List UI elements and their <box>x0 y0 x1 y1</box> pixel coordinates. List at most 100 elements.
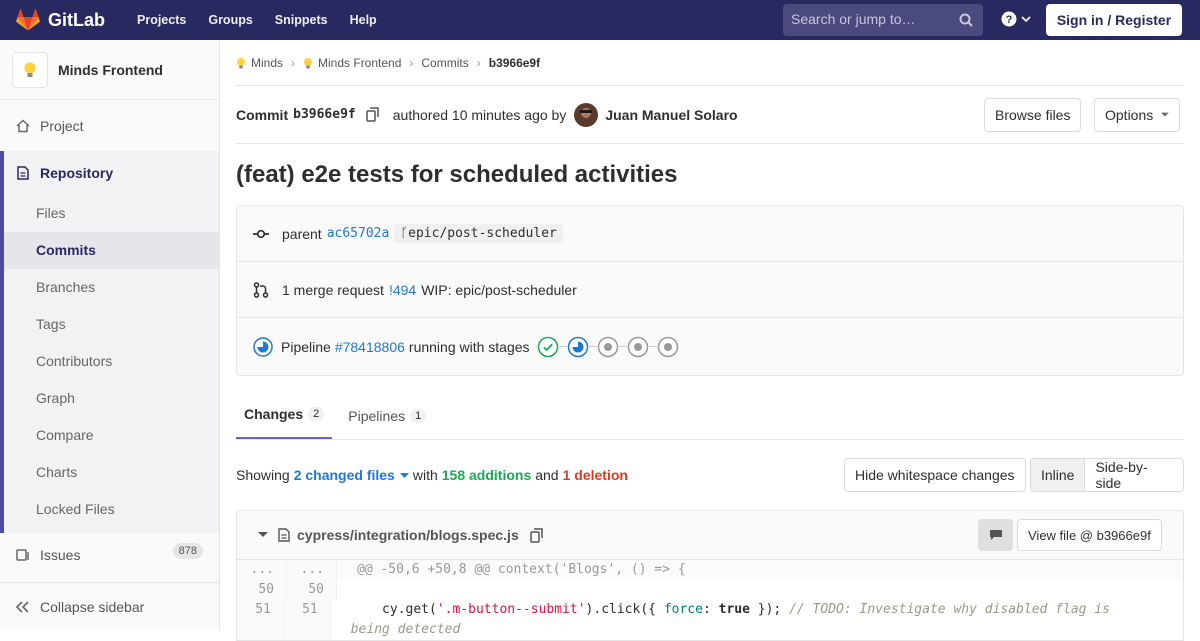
branch-badge[interactable]: ᚴepic/post-scheduler <box>394 224 563 243</box>
old-line-number[interactable]: 50 <box>237 580 287 600</box>
comment-icon <box>989 530 1002 540</box>
merge-request-link[interactable]: !494 <box>389 282 416 298</box>
stage-created-icon[interactable] <box>627 336 649 358</box>
page-title: (feat) e2e tests for scheduled activitie… <box>236 161 678 188</box>
sidebar-sub-commits[interactable]: Commits <box>4 232 219 269</box>
parent-sha-link[interactable]: ac65702a <box>327 226 390 241</box>
pipeline-link[interactable]: #78418806 <box>335 339 405 355</box>
inline-view-button[interactable]: Inline <box>1030 458 1086 492</box>
file-path[interactable]: cypress/integration/blogs.spec.js <box>297 527 519 543</box>
tab-count-badge: 2 <box>308 407 325 421</box>
gitlab-logo[interactable]: GitLab <box>16 9 105 31</box>
stage-running-icon[interactable] <box>567 336 589 358</box>
chevron-right-icon: › <box>291 55 296 70</box>
branch-icon: ᚴ <box>400 226 409 241</box>
lightbulb-icon <box>237 57 245 68</box>
issues-icon <box>16 548 30 562</box>
view-file-button[interactable]: View file @ b3966e9f <box>1017 519 1162 551</box>
collapse-label: Collapse sidebar <box>40 598 145 615</box>
deletions-count: 1 deletion <box>562 467 628 483</box>
search-icon <box>959 13 973 27</box>
svg-text:?: ? <box>1006 14 1013 26</box>
sidebar-sub-files[interactable]: Files <box>4 195 219 232</box>
sidebar-sub-branches[interactable]: Branches <box>4 269 219 306</box>
tab-label: Pipelines <box>348 408 406 424</box>
new-line-number[interactable]: 51 <box>283 600 331 640</box>
hide-whitespace-button[interactable]: Hide whitespace changes <box>844 458 1026 492</box>
sidebar-sub-locked-files[interactable]: Locked Files <box>4 491 219 533</box>
author-name[interactable]: Juan Manuel Solaro <box>605 107 737 123</box>
old-line-number[interactable]: 51 <box>237 600 284 640</box>
stage-success-icon[interactable] <box>537 336 559 358</box>
sidebar-sub-tags[interactable]: Tags <box>4 306 219 343</box>
gitlab-tanuki-icon <box>16 9 40 31</box>
copy-icon[interactable] <box>366 107 380 122</box>
sidebar-item-repository[interactable]: Repository <box>4 151 219 195</box>
file-icon <box>278 528 290 542</box>
changed-files-dropdown[interactable]: 2 changed files <box>294 467 409 483</box>
sign-in-button[interactable]: Sign in / Register <box>1046 4 1182 36</box>
sidebar-item-label: Repository <box>40 165 114 181</box>
breadcrumb-sha[interactable]: b3966e9f <box>489 56 540 70</box>
caret-down-icon <box>1161 112 1169 117</box>
hunk-text: @@ -50,6 +50,8 @@ context('Blogs', () =>… <box>357 562 686 577</box>
nav-snippets[interactable]: Snippets <box>275 13 328 27</box>
tab-changes[interactable]: Changes 2 <box>236 406 333 439</box>
sidebar-sub-graph[interactable]: Graph <box>4 380 219 417</box>
sidebar-sub-charts[interactable]: Charts <box>4 454 219 491</box>
parent-label: parent <box>282 225 322 242</box>
sidebar-item-project[interactable]: Project <box>0 107 219 144</box>
nav-projects[interactable]: Projects <box>137 13 186 27</box>
document-icon <box>16 166 30 180</box>
stage-created-icon[interactable] <box>657 336 679 358</box>
new-line-number[interactable]: 50 <box>287 580 337 600</box>
chevron-right-icon: › <box>409 55 414 70</box>
showing-text: Showing <box>236 467 290 483</box>
project-sidebar: Minds Frontend Project Repository Files … <box>0 40 220 630</box>
code-string: '.m-button--submit' <box>436 602 586 617</box>
pipeline-label: Pipeline <box>281 338 331 355</box>
code-token: : <box>702 602 719 617</box>
sidebar-item-issues[interactable]: Issues 878 <box>0 533 219 577</box>
options-dropdown[interactable]: Options <box>1094 97 1180 132</box>
pipeline-running-icon[interactable] <box>253 336 273 357</box>
new-line-number[interactable]: ... <box>287 560 337 580</box>
diff-hunk-header: ... ... @@ -50,6 +50,8 @@ context('Blogs… <box>237 560 1183 580</box>
sidebar-sub-compare[interactable]: Compare <box>4 417 219 454</box>
old-line-number[interactable]: ... <box>237 560 287 580</box>
nav-help[interactable]: Help <box>350 13 377 27</box>
breadcrumb-minds-frontend[interactable]: Minds Frontend <box>303 56 401 70</box>
home-icon <box>16 118 30 133</box>
caret-down-icon[interactable] <box>258 532 268 538</box>
tab-label: Changes <box>244 406 304 422</box>
commit-icon <box>253 229 269 238</box>
sidebar-repository-section: Repository Files Commits Branches Tags C… <box>0 151 219 533</box>
sidebar-project-header[interactable]: Minds Frontend <box>0 40 219 100</box>
breadcrumb-minds[interactable]: Minds <box>236 56 283 70</box>
sidebar-sub-contributors[interactable]: Contributors <box>4 343 219 380</box>
comment-toggle-button[interactable] <box>978 519 1013 551</box>
commit-sha: b3966e9f <box>293 107 356 122</box>
breadcrumb: Minds › Minds Frontend › Commits › b3966… <box>236 40 1184 86</box>
copy-icon[interactable] <box>530 527 544 543</box>
help-dropdown[interactable]: ? <box>1001 11 1031 27</box>
breadcrumb-commits[interactable]: Commits <box>421 56 468 70</box>
nav-groups[interactable]: Groups <box>208 13 252 27</box>
tab-pipelines[interactable]: Pipelines 1 <box>340 408 434 439</box>
pipeline-status-text: running with stages <box>408 338 530 355</box>
diff-content: ... ... @@ -50,6 +50,8 @@ context('Blogs… <box>236 560 1184 641</box>
side-by-side-button[interactable]: Side-by-side <box>1085 458 1184 492</box>
diff-line: 50 50 <box>237 580 1183 600</box>
issues-count-badge: 878 <box>172 543 203 559</box>
stage-created-icon[interactable] <box>597 336 619 358</box>
code-token: .get( <box>397 602 437 617</box>
chevron-right-icon: › <box>476 55 481 70</box>
diff-file-header: cypress/integration/blogs.spec.js View f… <box>236 510 1184 560</box>
collapse-sidebar-button[interactable]: Collapse sidebar <box>0 582 219 630</box>
pipeline-row: Pipeline #78418806 running with stages <box>237 318 1183 375</box>
merge-request-count: 1 merge request <box>282 281 384 298</box>
browse-files-button[interactable]: Browse files <box>984 97 1082 132</box>
search-input[interactable]: Search or jump to… <box>783 4 983 36</box>
avatar[interactable] <box>574 102 599 127</box>
